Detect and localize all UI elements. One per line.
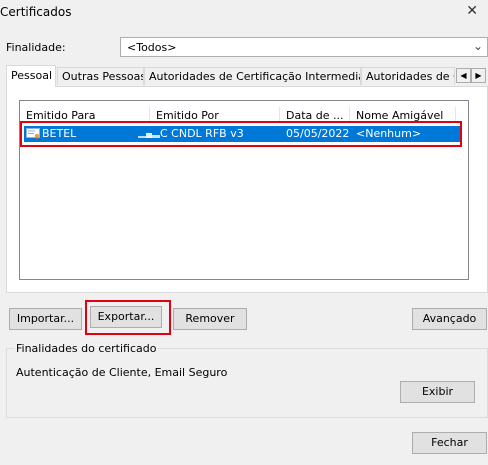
purposes-group-title: Finalidades do certificado (14, 342, 159, 355)
view-button[interactable]: Exibir (400, 381, 475, 403)
row-highlight-box (20, 121, 462, 147)
remove-button[interactable]: Remover (173, 308, 247, 330)
tab-scroll-right-icon[interactable]: ▶ (471, 68, 486, 83)
export-highlight-box (85, 300, 171, 335)
close-icon[interactable]: ✕ (466, 3, 478, 19)
window-title: Certificados (0, 5, 72, 19)
advanced-button[interactable]: Avançado (412, 308, 487, 330)
purposes-text: Autenticação de Cliente, Email Seguro (16, 366, 228, 379)
tab-other-people[interactable]: Outras Pessoas (57, 67, 144, 85)
chevron-down-icon: ⌄ (472, 39, 483, 53)
purpose-select[interactable]: <Todos> ⌄ (120, 37, 488, 57)
tab-personal[interactable]: Pessoal (6, 65, 56, 87)
close-button[interactable]: Fechar (412, 432, 487, 454)
tab-scroll-left-icon[interactable]: ◀ (456, 68, 471, 83)
tab-root-ca[interactable]: Autoridades de Ce (361, 67, 455, 85)
purpose-label: Finalidade: (6, 41, 66, 54)
tab-intermediate-ca[interactable]: Autoridades de Certificação Intermediári… (144, 67, 361, 85)
tab-bar: Pessoal Outras Pessoas Autoridades de Ce… (6, 65, 488, 87)
import-button[interactable]: Importar... (9, 308, 82, 330)
purpose-value: <Todos> (127, 41, 177, 54)
